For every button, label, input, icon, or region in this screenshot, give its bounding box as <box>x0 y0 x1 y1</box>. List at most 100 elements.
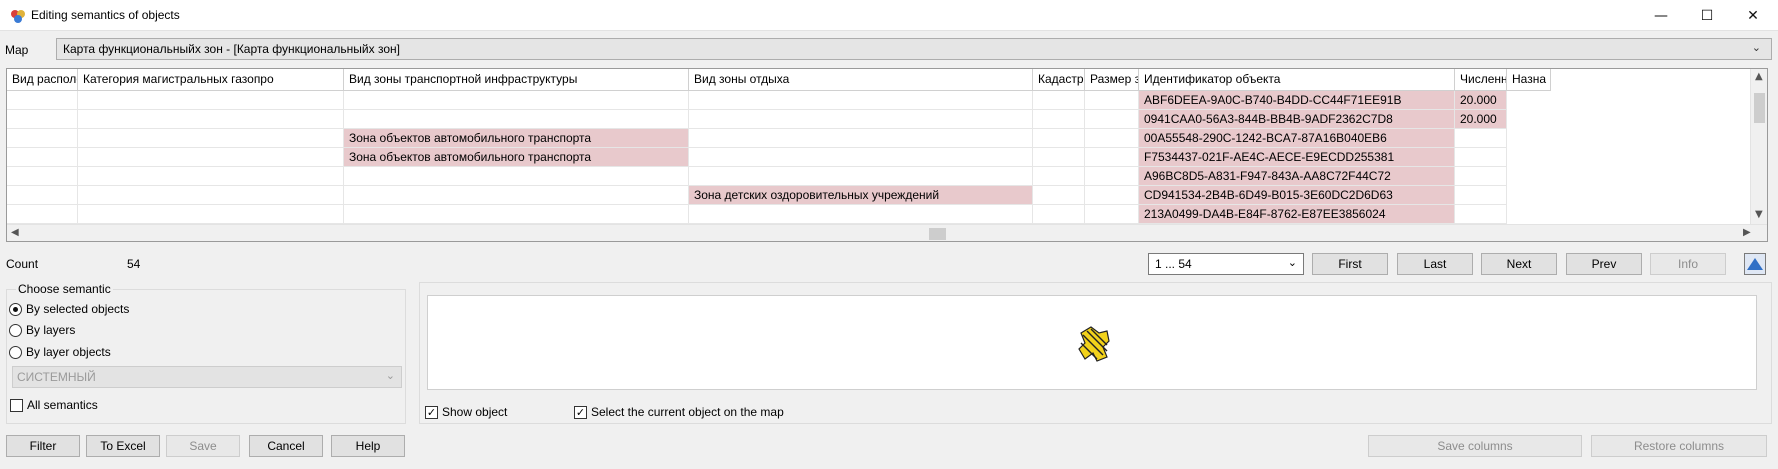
maximize-icon[interactable]: ☐ <box>1684 0 1730 31</box>
table-cell[interactable] <box>78 148 344 167</box>
save-columns-button[interactable]: Save columns <box>1368 435 1582 457</box>
table-cell[interactable] <box>7 148 78 167</box>
vertical-scroll-thumb[interactable] <box>1754 93 1765 123</box>
table-cell[interactable] <box>1085 148 1139 167</box>
column-header[interactable]: Категория магистральных газопро <box>78 69 344 91</box>
table-cell[interactable] <box>1085 205 1139 224</box>
vertical-scrollbar[interactable]: ▲ ▼ <box>1750 69 1767 224</box>
table-cell[interactable] <box>1455 186 1507 205</box>
table-cell[interactable] <box>78 110 344 129</box>
map-select[interactable]: Карта функциональныйх зон - [Карта функц… <box>56 38 1772 60</box>
table-cell[interactable] <box>1085 110 1139 129</box>
range-select[interactable]: 1 ... 54 ⌄ <box>1148 253 1304 275</box>
table-cell[interactable] <box>344 205 689 224</box>
table-cell[interactable]: 213A0499-DA4B-E84F-8762-E87EE3856024 <box>1139 205 1455 224</box>
minimize-icon[interactable]: — <box>1638 0 1684 31</box>
horizontal-scroll-thumb[interactable] <box>929 228 946 240</box>
column-header[interactable]: Идентификатор объекта <box>1139 69 1455 91</box>
table-cell[interactable] <box>344 186 689 205</box>
last-button[interactable]: Last <box>1397 253 1473 275</box>
table-cell[interactable]: Зона детских оздоровительных учреждений <box>689 186 1033 205</box>
table-cell[interactable] <box>1455 148 1507 167</box>
table-cell[interactable] <box>1085 167 1139 186</box>
table-cell[interactable] <box>689 129 1033 148</box>
radio-by-layers[interactable]: By layers <box>9 323 75 337</box>
to-excel-button[interactable]: To Excel <box>86 435 160 457</box>
table-cell[interactable] <box>78 186 344 205</box>
table-cell[interactable] <box>1033 167 1085 186</box>
table-cell[interactable]: CD941534-2B4B-6D49-B015-3E60DC2D6D63 <box>1139 186 1455 205</box>
table-cell[interactable] <box>7 110 78 129</box>
column-header[interactable]: Назна <box>1507 69 1551 91</box>
scroll-down-icon[interactable]: ▼ <box>1755 209 1763 220</box>
first-button[interactable]: First <box>1312 253 1388 275</box>
table-cell[interactable] <box>1085 186 1139 205</box>
table-cell[interactable]: 00A55548-290C-1242-BCA7-87A16B040EB6 <box>1139 129 1455 148</box>
select-current-object-checkbox[interactable]: ✓ Select the current object on the map <box>574 405 784 419</box>
table-cell[interactable] <box>7 186 78 205</box>
table-cell[interactable]: A96BC8D5-A831-F947-843A-AA8C72F44C72 <box>1139 167 1455 186</box>
table-cell[interactable] <box>1033 91 1085 110</box>
column-header[interactable]: Вид зоны отдыха <box>689 69 1033 91</box>
column-header[interactable]: Кадастро <box>1033 69 1085 91</box>
table-cell[interactable] <box>344 91 689 110</box>
save-button[interactable]: Save <box>166 435 240 457</box>
table-cell[interactable] <box>344 110 689 129</box>
table-cell[interactable] <box>7 205 78 224</box>
table-cell[interactable] <box>689 148 1033 167</box>
table-cell[interactable] <box>78 129 344 148</box>
collapse-button[interactable] <box>1744 253 1766 275</box>
table-cell[interactable]: 20.000 <box>1455 91 1507 110</box>
table-cell[interactable] <box>1455 167 1507 186</box>
table-cell[interactable]: ABF6DEEA-9A0C-B740-B4DD-CC44F71EE91B <box>1139 91 1455 110</box>
table-cell[interactable] <box>689 167 1033 186</box>
table-cell[interactable] <box>1085 129 1139 148</box>
table-cell[interactable]: Зона объектов автомобильного транспорта <box>344 129 689 148</box>
scroll-left-icon[interactable]: ◀ <box>11 227 19 238</box>
radio-by-layer-objects[interactable]: By layer objects <box>9 345 111 359</box>
column-header[interactable]: Численно <box>1455 69 1507 91</box>
table-cell[interactable] <box>344 167 689 186</box>
layer-select[interactable]: СИСТЕМНЫЙ ⌄ <box>12 366 402 388</box>
table-cell[interactable] <box>78 91 344 110</box>
table-cell[interactable] <box>1033 129 1085 148</box>
horizontal-scrollbar[interactable]: ◀ ▶ <box>7 224 1767 241</box>
table-cell[interactable] <box>1033 148 1085 167</box>
info-button[interactable]: Info <box>1650 253 1726 275</box>
table-cell[interactable] <box>78 167 344 186</box>
table-cell[interactable] <box>1033 205 1085 224</box>
table-cell[interactable] <box>689 205 1033 224</box>
cancel-button[interactable]: Cancel <box>249 435 323 457</box>
radio-selected-icon <box>9 302 22 316</box>
scroll-up-icon[interactable]: ▲ <box>1755 71 1763 82</box>
table-cell[interactable]: 0941CAA0-56A3-844B-BB4B-9ADF2362C7D8 <box>1139 110 1455 129</box>
semantics-grid[interactable]: Вид располо Категория магистральных газо… <box>6 68 1768 242</box>
column-header[interactable]: Вид располо <box>7 69 78 91</box>
column-header[interactable]: Вид зоны транспортной инфраструктуры <box>344 69 689 91</box>
table-cell[interactable] <box>689 91 1033 110</box>
table-cell[interactable] <box>78 205 344 224</box>
radio-by-selected-objects[interactable]: By selected objects <box>9 302 129 316</box>
table-cell[interactable]: F7534437-021F-AE4C-AECE-E9ECDD255381 <box>1139 148 1455 167</box>
table-cell[interactable] <box>7 129 78 148</box>
prev-button[interactable]: Prev <box>1566 253 1642 275</box>
filter-button[interactable]: Filter <box>6 435 80 457</box>
show-object-checkbox[interactable]: ✓ Show object <box>425 405 507 419</box>
table-cell[interactable] <box>1033 110 1085 129</box>
table-cell[interactable] <box>1455 129 1507 148</box>
table-cell[interactable] <box>689 110 1033 129</box>
table-cell[interactable]: Зона объектов автомобильного транспорта <box>344 148 689 167</box>
restore-columns-button[interactable]: Restore columns <box>1591 435 1767 457</box>
table-cell[interactable] <box>1455 205 1507 224</box>
table-cell[interactable] <box>7 167 78 186</box>
table-cell[interactable] <box>7 91 78 110</box>
table-cell[interactable]: 20.000 <box>1455 110 1507 129</box>
column-header[interactable]: Размер зо <box>1085 69 1139 91</box>
table-cell[interactable] <box>1085 91 1139 110</box>
help-button[interactable]: Help <box>331 435 405 457</box>
next-button[interactable]: Next <box>1481 253 1557 275</box>
scroll-right-icon[interactable]: ▶ <box>1743 227 1751 238</box>
all-semantics-checkbox[interactable]: All semantics <box>10 398 98 412</box>
table-cell[interactable] <box>1033 186 1085 205</box>
close-icon[interactable]: ✕ <box>1730 0 1776 31</box>
